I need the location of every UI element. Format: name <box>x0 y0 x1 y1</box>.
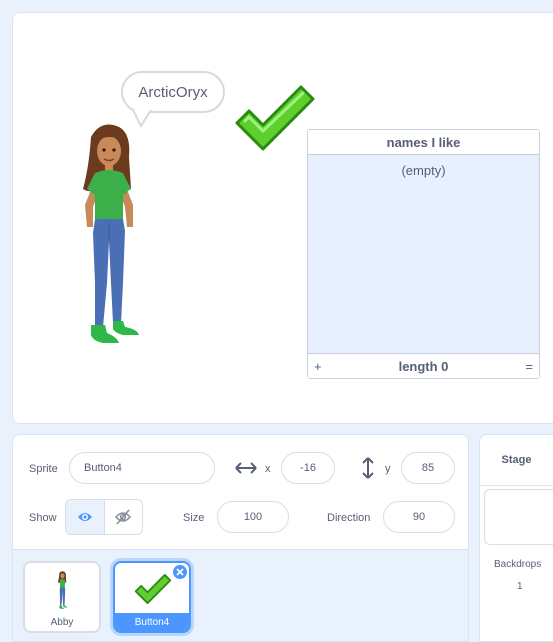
show-visible-button[interactable] <box>66 500 105 534</box>
direction-label: Direction <box>327 512 371 524</box>
stage[interactable]: ArcticOryx names I like (empty) + length… <box>12 12 553 424</box>
list-title: names I like <box>308 130 539 155</box>
list-contents: (empty) <box>308 155 539 353</box>
size-input[interactable]: 100 <box>217 501 289 533</box>
list-add-button[interactable]: + <box>314 359 322 374</box>
list-resize-handle[interactable]: = <box>525 359 533 374</box>
horizontal-arrows-icon <box>235 462 257 474</box>
speech-bubble-text: ArcticOryx <box>138 83 208 101</box>
eye-icon <box>77 513 92 521</box>
vertical-arrows-icon <box>362 457 374 479</box>
sprite-label: Sprite <box>29 463 58 475</box>
sprite-thumb-button4[interactable]: Button4 <box>113 561 191 633</box>
direction-input[interactable]: 90 <box>383 501 455 533</box>
direction-value: 90 <box>412 511 426 523</box>
eye-slash-icon <box>115 509 132 525</box>
list-monitor: names I like (empty) + length 0 = <box>307 129 540 379</box>
y-value: 85 <box>421 462 435 474</box>
x-value: -16 <box>300 462 316 474</box>
sprite-thumb-abby[interactable]: Abby <box>23 561 101 633</box>
backdrops-label: Backdrops <box>494 559 542 570</box>
sprite-info: Sprite Button4 x -16 y 85 Show Size 100 … <box>13 435 468 550</box>
backdrops-count: 1 <box>517 581 523 592</box>
checkmark-thumbnail-icon <box>134 574 172 605</box>
stage-thumbnail[interactable] <box>484 489 553 545</box>
size-label: Size <box>183 512 205 524</box>
sprite-name-value: Button4 <box>84 462 122 474</box>
show-toggle <box>65 499 143 535</box>
sprite-thumb-label: Button4 <box>115 613 189 631</box>
x-input[interactable]: -16 <box>281 452 335 484</box>
list-footer: + length 0 = <box>308 353 539 378</box>
close-icon <box>176 568 184 576</box>
abby-sprite[interactable] <box>73 123 163 355</box>
list-length: length 0 <box>398 358 449 374</box>
size-value: 100 <box>243 511 263 523</box>
speech-bubble: ArcticOryx <box>121 71 225 113</box>
list-empty-text: (empty) <box>401 163 446 178</box>
stage-selector[interactable]: Stage Backdrops 1 <box>479 434 553 642</box>
show-label: Show <box>29 512 57 524</box>
sprite-name-input[interactable]: Button4 <box>69 452 215 484</box>
y-input[interactable]: 85 <box>401 452 455 484</box>
sprite-thumb-label: Abby <box>50 616 74 628</box>
y-label: y <box>385 463 391 475</box>
abby-thumbnail-icon <box>57 571 68 609</box>
show-hidden-button[interactable] <box>105 500 143 534</box>
sprite-pane: Sprite Button4 x -16 y 85 Show Size 100 … <box>12 434 469 642</box>
stage-tab-label: Stage <box>480 435 553 486</box>
x-label: x <box>265 463 271 475</box>
checkmark-sprite[interactable] <box>231 83 319 155</box>
delete-sprite-button[interactable] <box>173 565 187 579</box>
